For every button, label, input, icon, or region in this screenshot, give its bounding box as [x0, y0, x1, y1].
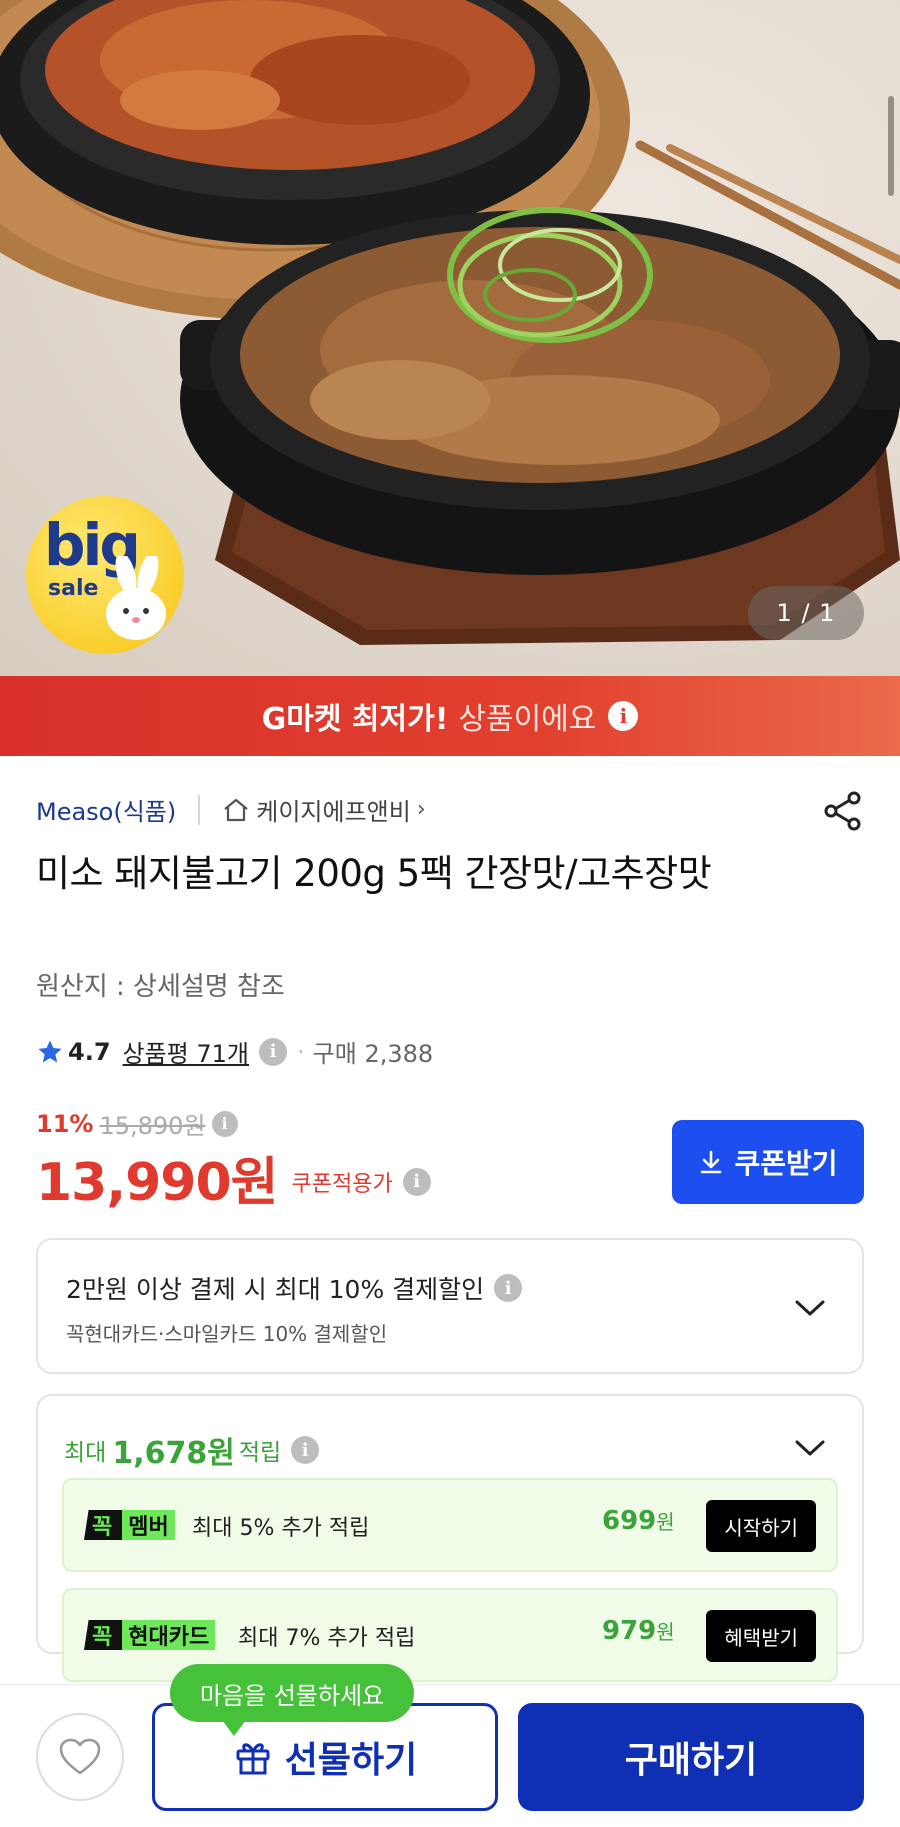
row-text: 최대 5% 추가 적립: [192, 1516, 370, 1541]
wishlist-button[interactable]: [36, 1713, 124, 1801]
points-prefix: 최대: [64, 1440, 107, 1466]
chevron-down-icon[interactable]: [794, 1298, 826, 1318]
price-note: 쿠폰적용가: [291, 1171, 393, 1197]
points-card: 최대 1,678원 적립 i 꼭 멤버 최대 5% 추가 적립 699원 시작하…: [36, 1394, 864, 1682]
price-row: 13,990원 쿠폰적용가 i: [36, 1140, 431, 1215]
rating-score: 4.7: [68, 1037, 111, 1066]
lowest-price-banner[interactable]: G마켓 최저가! 상품이에요 i: [0, 676, 900, 756]
bottom-action-bar: 선물하기 구매하기: [0, 1684, 900, 1827]
origin-text: 원산지 : 상세설명 참조: [36, 972, 285, 1002]
points-amount: 1,678원: [112, 1436, 235, 1471]
card-tag: 꼭 현대카드: [84, 1620, 216, 1650]
payment-discount-subtitle: 꼭현대카드·스마일카드 10% 결제할인: [66, 1322, 388, 1346]
gift-button-label: 선물하기: [284, 1739, 418, 1780]
scroll-indicator: [888, 96, 894, 196]
seller-row: Measo(식품) 케이지에프앤비 ›: [36, 792, 426, 827]
info-icon[interactable]: i: [494, 1274, 523, 1302]
share-icon[interactable]: [822, 790, 864, 832]
points-header: 최대 1,678원 적립 i: [64, 1428, 320, 1472]
buy-button[interactable]: 구매하기: [518, 1703, 864, 1811]
big-sale-badge: big sale: [26, 496, 184, 654]
tag-name: 현대카드: [122, 1620, 216, 1650]
badge-sale-text: sale: [48, 576, 99, 601]
discount-row: 11% 15,890원 i: [36, 1106, 238, 1141]
payment-discount-card[interactable]: 2만원 이상 결제 시 최대 10% 결제할인 i 꼭현대카드·스마일카드 10…: [36, 1238, 864, 1374]
reviews-link[interactable]: 상품평 71개: [123, 1034, 250, 1069]
gift-tooltip: 마음을 선물하세요: [170, 1664, 414, 1736]
heart-icon: [59, 1738, 101, 1775]
rabbit-icon: [106, 556, 166, 640]
download-icon: [701, 1150, 722, 1174]
points-row-card: 꼭 현대카드 최대 7% 추가 적립 979원 혜택받기: [62, 1588, 838, 1682]
row-text: 최대 7% 추가 적립: [238, 1626, 416, 1651]
row-amount-unit: 원: [656, 1510, 675, 1534]
banner-light-text: 상품이에요: [458, 702, 597, 737]
divider: [198, 794, 201, 825]
banner-strong-text: G마켓 최저가!: [261, 702, 449, 737]
store-link[interactable]: 케이지에프앤비 ›: [222, 792, 426, 827]
get-benefit-button[interactable]: 혜택받기: [706, 1610, 816, 1662]
row-amount: 979원: [602, 1616, 675, 1646]
info-icon[interactable]: i: [211, 1110, 238, 1137]
row-amount-unit: 원: [656, 1620, 675, 1644]
original-price: 15,890원: [99, 1112, 206, 1140]
product-title: 미소 돼지불고기 200g 5팩 간장맛/고추장맛: [36, 852, 712, 895]
info-icon[interactable]: i: [291, 1436, 320, 1464]
coupon-button-label: 쿠폰받기: [734, 1148, 838, 1179]
row-amount-value: 979: [602, 1616, 657, 1646]
info-icon[interactable]: i: [608, 701, 639, 731]
product-image-carousel[interactable]: big sale 1 / 1: [0, 0, 900, 676]
start-button[interactable]: 시작하기: [706, 1500, 816, 1552]
row-amount: 699원: [602, 1506, 675, 1536]
purchase-count: 구매 2,388: [312, 1040, 434, 1068]
rating-row: 4.7 상품평 71개 i · 구매 2,388: [36, 1034, 433, 1069]
gift-icon: [236, 1743, 270, 1775]
image-counter: 1 / 1: [748, 586, 864, 640]
brand-link[interactable]: Measo(식품): [36, 792, 176, 827]
payment-discount-title: 2만원 이상 결제 시 최대 10% 결제할인: [66, 1275, 485, 1304]
row-amount-value: 699: [602, 1506, 657, 1536]
points-suffix: 적립: [238, 1440, 282, 1466]
points-row-member: 꼭 멤버 최대 5% 추가 적립 699원 시작하기: [62, 1478, 838, 1572]
discount-percent: 11%: [36, 1109, 94, 1138]
home-icon: [224, 798, 248, 821]
chevron-down-icon[interactable]: [794, 1438, 826, 1458]
store-name: 케이지에프앤비: [256, 798, 411, 826]
payment-discount-title-row: 2만원 이상 결제 시 최대 10% 결제할인 i: [66, 1270, 523, 1306]
get-coupon-button[interactable]: 쿠폰받기: [672, 1120, 864, 1204]
info-icon[interactable]: i: [259, 1037, 288, 1066]
sale-price: 13,990원: [36, 1153, 279, 1213]
chevron-right-icon: ›: [416, 797, 426, 822]
star-icon: [38, 1039, 62, 1062]
tag-prefix: 꼭: [84, 1510, 123, 1540]
tag-name: 멤버: [122, 1510, 175, 1540]
tag-prefix: 꼭: [84, 1620, 123, 1650]
member-tag: 꼭 멤버: [84, 1510, 175, 1540]
separator-dot: ·: [297, 1037, 305, 1066]
info-icon[interactable]: i: [402, 1167, 431, 1196]
